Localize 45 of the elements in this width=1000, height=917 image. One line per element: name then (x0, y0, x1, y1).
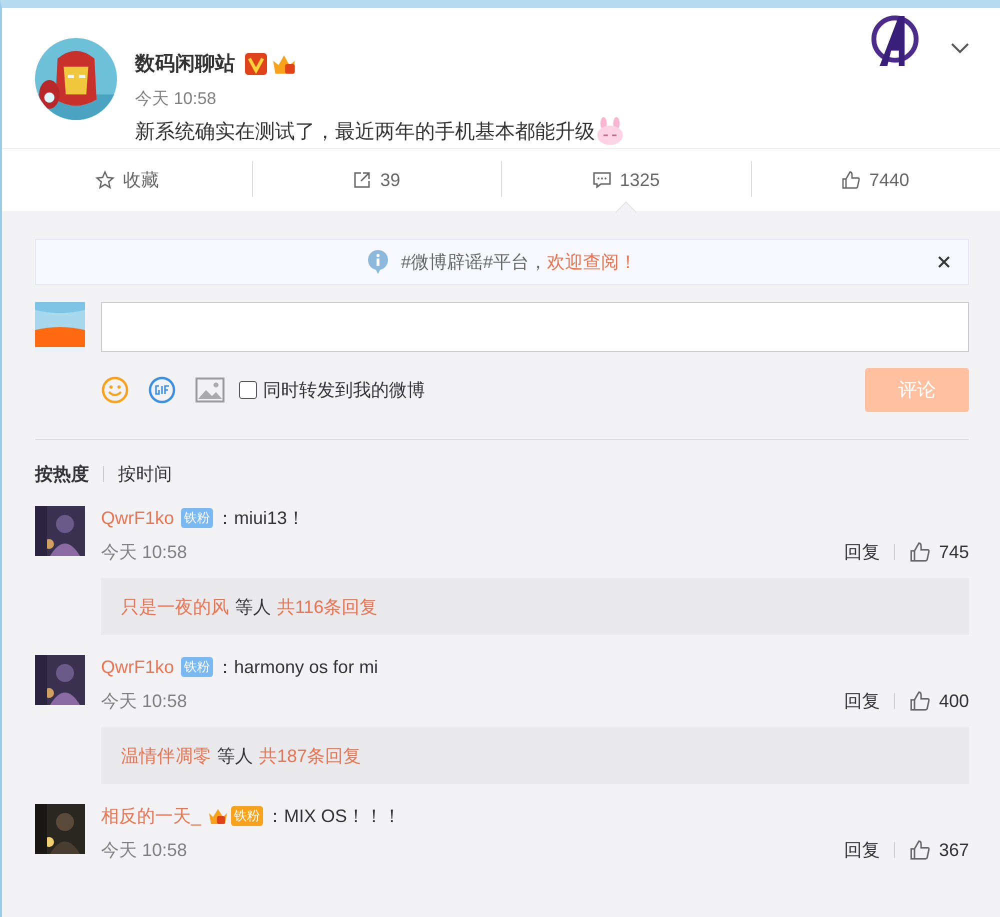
star-icon (94, 170, 115, 190)
favorite-action[interactable]: 收藏 (2, 149, 252, 211)
repost-checkbox[interactable] (239, 381, 257, 399)
sort-tab[interactable]: 按时间 (118, 462, 172, 486)
like-button[interactable]: 745 (908, 541, 969, 563)
like-button[interactable]: 400 (908, 690, 969, 712)
comment-time: 今天 10:58 (101, 690, 188, 713)
comment-text: ：miui13！ (216, 507, 306, 530)
comment-icon (592, 170, 612, 190)
thread-suffix: 等人 (217, 744, 253, 768)
post-text: 新系统确实在测试了，最近两年的手机基本都能升级 (135, 120, 595, 144)
bunny-emoji-icon (595, 116, 625, 146)
like-action[interactable]: 7440 (750, 149, 1000, 211)
comment-input[interactable] (101, 302, 969, 352)
crown-icon (208, 807, 228, 825)
info-icon (366, 250, 389, 274)
repost-label: 同时转发到我的微博 (263, 379, 425, 402)
close-icon[interactable] (938, 256, 950, 268)
comment-time: 今天 10:58 (101, 541, 188, 564)
chevron-down-icon[interactable] (950, 42, 970, 54)
comment-time: 今天 10:58 (101, 839, 188, 862)
thumbs-up-icon (908, 690, 931, 712)
like-button[interactable]: 367 (908, 839, 969, 861)
smiley-icon[interactable] (101, 376, 129, 404)
reply-link[interactable]: 回复 (844, 838, 880, 862)
reply-link[interactable]: 回复 (844, 689, 880, 713)
gif-icon[interactable] (148, 376, 176, 404)
share-icon (352, 170, 372, 190)
notice-text: #微博辟谣#平台， (400, 251, 548, 274)
comment-action[interactable]: 1325 (501, 149, 750, 211)
thumbs-up-icon (908, 541, 931, 563)
author-name[interactable]: 数码闲聊站 (135, 50, 235, 77)
image-icon[interactable] (195, 377, 225, 403)
comment-text: ：harmony os for mi (216, 656, 378, 679)
sort-tab[interactable]: 按热度 (35, 462, 89, 486)
thumbs-up-icon (841, 170, 862, 190)
fan-badge: 铁粉 (181, 657, 214, 677)
fan-badge: 铁粉 (231, 806, 264, 826)
comment-text: ：MIX OS！！！ (266, 805, 402, 828)
thread-suffix: 等人 (235, 596, 271, 618)
thumbs-up-icon (908, 839, 931, 861)
fan-badge: 铁粉 (181, 508, 214, 528)
post-time: 今天 10:58 (135, 88, 218, 110)
reply-link[interactable]: 回复 (844, 540, 880, 564)
repost-action[interactable]: 39 (252, 149, 501, 211)
